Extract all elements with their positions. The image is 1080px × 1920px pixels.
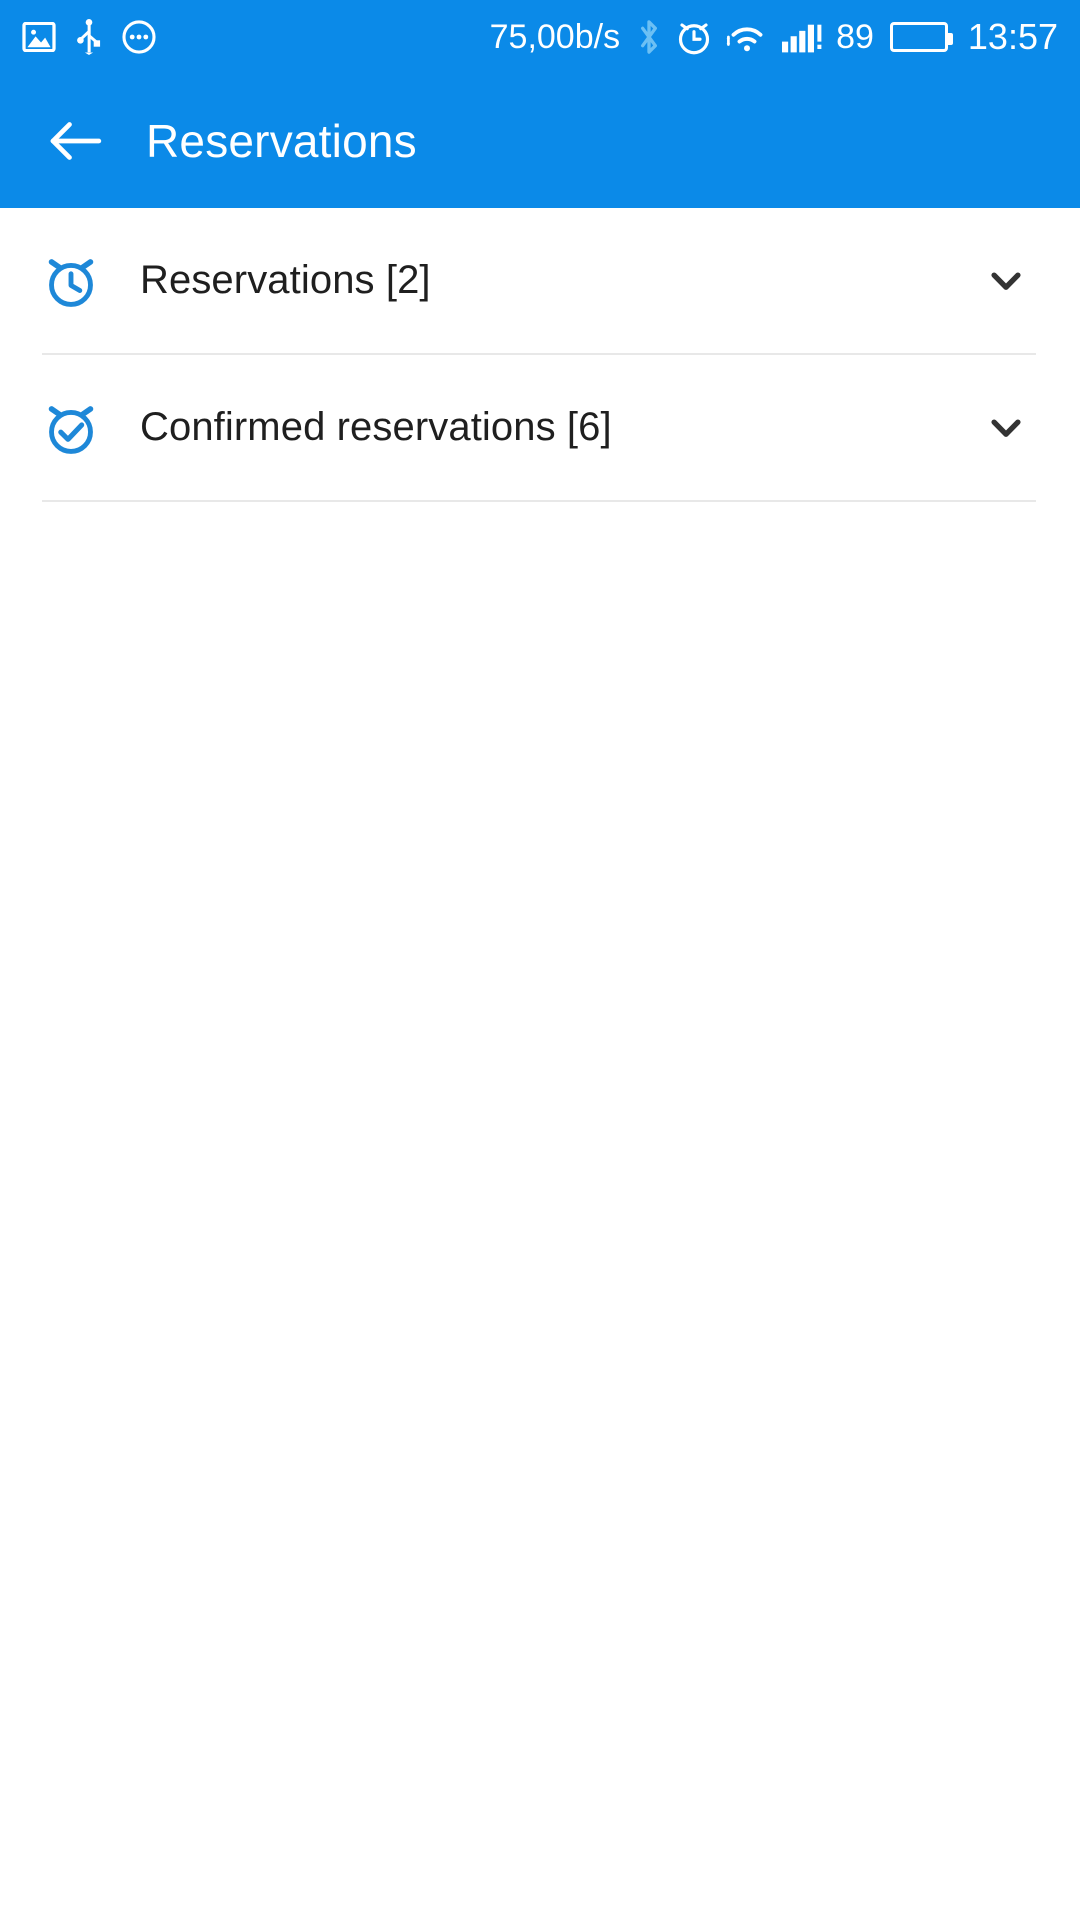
chevron-down-icon[interactable] xyxy=(980,402,1032,454)
signal-bars-icon xyxy=(782,20,822,54)
page-title: Reservations xyxy=(146,114,417,167)
alarm-clock-icon xyxy=(42,252,100,310)
bluetooth-icon xyxy=(636,18,662,56)
more-circle-icon xyxy=(122,19,156,54)
back-arrow-icon[interactable] xyxy=(44,110,106,172)
wifi-icon xyxy=(726,20,768,54)
alarm-clock-check-icon xyxy=(42,399,100,457)
network-speed-text: 75,00b/s xyxy=(489,17,621,56)
chevron-down-icon[interactable] xyxy=(980,255,1032,307)
status-bar-clock: 13:57 xyxy=(967,15,1058,57)
usb-icon xyxy=(76,18,102,55)
list-item-label: Reservations [2] xyxy=(140,258,431,302)
list-divider xyxy=(42,500,1036,502)
status-bar-right-cluster: 75,00b/s 89 13:57 xyxy=(490,18,1058,56)
battery-percent-text: 89 xyxy=(836,17,874,56)
status-bar-left-icons xyxy=(22,18,156,55)
battery-icon xyxy=(889,21,953,52)
list-item-reservations[interactable]: Reservations [2] xyxy=(0,208,1080,353)
image-icon xyxy=(22,21,56,52)
app-bar: Reservations xyxy=(0,73,1080,208)
alarm-icon xyxy=(676,18,712,56)
list-item-confirmed-reservations[interactable]: Confirmed reservations [6] xyxy=(0,355,1080,500)
list-item-label: Confirmed reservations [6] xyxy=(140,405,612,449)
status-bar: 75,00b/s 89 13:57 xyxy=(0,0,1080,73)
reservations-list: Reservations [2] Confirmed reservations … xyxy=(0,208,1080,502)
